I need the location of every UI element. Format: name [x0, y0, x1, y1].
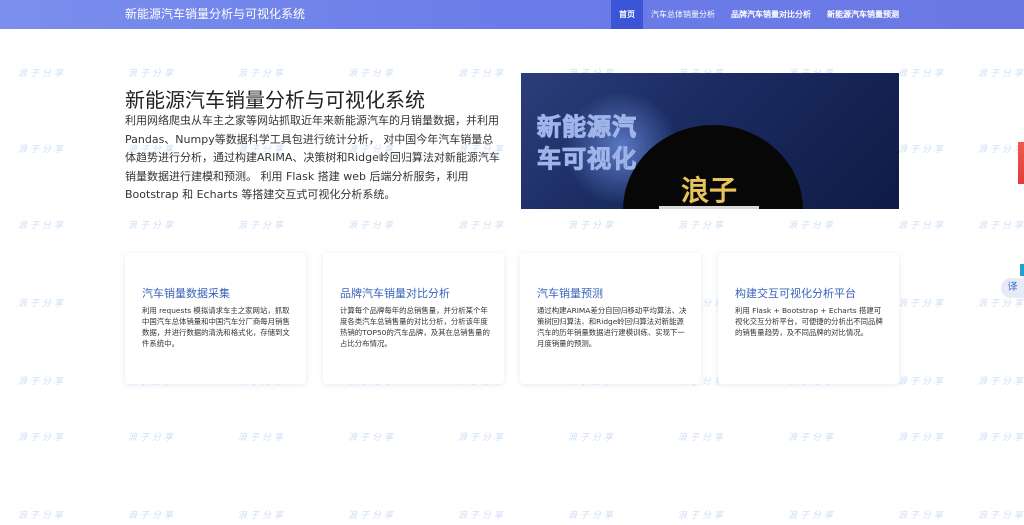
feature-card-title: 品牌汽车销量对比分析 [340, 287, 450, 300]
watermark-text: 浪子分享 [898, 145, 947, 155]
watermark-text: 浪子分享 [238, 221, 287, 231]
feature-card-brand-compare: 品牌汽车销量对比分析 计算每个品牌每年的总销售量，并分析某个年度各类汽车总销售量… [323, 253, 504, 384]
feature-card-title: 汽车销量预测 [537, 287, 603, 300]
translate-button[interactable]: 译 [1001, 278, 1024, 298]
watermark-text: 浪子分享 [128, 69, 177, 79]
watermark-text: 浪子分享 [568, 511, 617, 521]
watermark-text: 浪子分享 [678, 221, 727, 231]
watermark-text: 浪子分享 [348, 511, 397, 521]
feature-card-text: 计算每个品牌每年的总销售量，并分析某个年度各类汽车总销售量的对比分析，分析该年度… [340, 306, 490, 348]
watermark-text: 浪子分享 [568, 221, 617, 231]
watermark-text: 浪子分享 [978, 221, 1024, 231]
hero-image-logo-text: 浪子 [681, 174, 738, 207]
watermark-text: 浪子分享 [568, 433, 617, 443]
watermark-text: 浪子分享 [18, 69, 67, 79]
hero-image: 新能源汽 车可视化 浪子 [521, 73, 899, 209]
nav-item-home[interactable]: 首页 [611, 0, 643, 29]
watermark-text: 浪子分享 [18, 221, 67, 231]
watermark-text: 浪子分享 [788, 433, 837, 443]
nav-item-brand-compare[interactable]: 品牌汽车销量对比分析 [723, 0, 819, 29]
watermark-text: 浪子分享 [978, 377, 1024, 387]
feature-card-title: 汽车销量数据采集 [142, 287, 230, 300]
watermark-text: 浪子分享 [978, 433, 1024, 443]
watermark-text: 浪子分享 [458, 511, 507, 521]
watermark-text: 浪子分享 [678, 511, 727, 521]
feature-card-title: 构建交互可视化分析平台 [735, 287, 856, 300]
watermark-text: 浪子分享 [348, 69, 397, 79]
watermark-text: 浪子分享 [898, 221, 947, 231]
nav-item-overall-sales[interactable]: 汽车总体销量分析 [643, 0, 723, 29]
hero-image-text-line1: 新能源汽 [537, 112, 637, 142]
watermark-text: 浪子分享 [18, 377, 67, 387]
watermark-text: 浪子分享 [898, 511, 947, 521]
nav-item-sales-forecast[interactable]: 新能源汽车销量预测 [819, 0, 907, 29]
feature-card-visualization-platform: 构建交互可视化分析平台 利用 Flask + Bootstrap + Echar… [718, 253, 899, 384]
watermark-text: 浪子分享 [238, 511, 287, 521]
watermark-text: 浪子分享 [128, 433, 177, 443]
page-title: 新能源汽车销量分析与可视化系统 [125, 88, 425, 112]
watermark-text: 浪子分享 [458, 69, 507, 79]
feature-card-text: 利用 requests 模拟请求车主之家网站，抓取中国汽车总体销量和中国汽车分厂… [142, 306, 290, 348]
brand-title[interactable]: 新能源汽车销量分析与可视化系统 [125, 0, 305, 29]
watermark-text: 浪子分享 [678, 433, 727, 443]
watermark-text: 浪子分享 [18, 511, 67, 521]
watermark-text: 浪子分享 [238, 433, 287, 443]
watermark-text: 浪子分享 [978, 69, 1024, 79]
watermark-text: 浪子分享 [898, 299, 947, 309]
side-marker [1020, 264, 1024, 276]
watermark-text: 浪子分享 [788, 221, 837, 231]
feature-card-text: 通过构建ARIMA差分自回归移动平均算法、决策树回归算法、和Ridge岭回归算法… [537, 306, 687, 348]
hero-description: 利用网络爬虫从车主之家等网站抓取近年来新能源汽车的月销量数据，并利用Pandas… [125, 114, 500, 201]
watermark-text: 浪子分享 [978, 511, 1024, 521]
watermark-text: 浪子分享 [18, 299, 67, 309]
main-nav: 首页 汽车总体销量分析 品牌汽车销量对比分析 新能源汽车销量预测 [611, 0, 907, 29]
watermark-text: 浪子分享 [898, 377, 947, 387]
hero-image-bar [659, 206, 759, 209]
watermark-text: 浪子分享 [238, 69, 287, 79]
side-feedback-tab[interactable] [1018, 142, 1024, 184]
top-navbar: 新能源汽车销量分析与可视化系统 首页 汽车总体销量分析 品牌汽车销量对比分析 新… [0, 0, 1024, 29]
watermark-text: 浪子分享 [348, 433, 397, 443]
feature-card-text: 利用 Flask + Bootstrap + Echarts 搭建可视化交互分析… [735, 306, 883, 337]
watermark-text: 浪子分享 [18, 145, 67, 155]
watermark-text: 浪子分享 [128, 511, 177, 521]
watermark-text: 浪子分享 [788, 511, 837, 521]
watermark-text: 浪子分享 [458, 221, 507, 231]
feature-card-data-collection: 汽车销量数据采集 利用 requests 模拟请求车主之家网站，抓取中国汽车总体… [125, 253, 306, 384]
hero-image-text-line2: 车可视化 [537, 144, 637, 174]
watermark-text: 浪子分享 [898, 69, 947, 79]
feature-card-sales-forecast: 汽车销量预测 通过构建ARIMA差分自回归移动平均算法、决策树回归算法、和Rid… [520, 253, 701, 384]
watermark-text: 浪子分享 [458, 433, 507, 443]
watermark-text: 浪子分享 [18, 433, 67, 443]
watermark-text: 浪子分享 [128, 221, 177, 231]
watermark-text: 浪子分享 [898, 433, 947, 443]
watermark-text: 浪子分享 [348, 221, 397, 231]
